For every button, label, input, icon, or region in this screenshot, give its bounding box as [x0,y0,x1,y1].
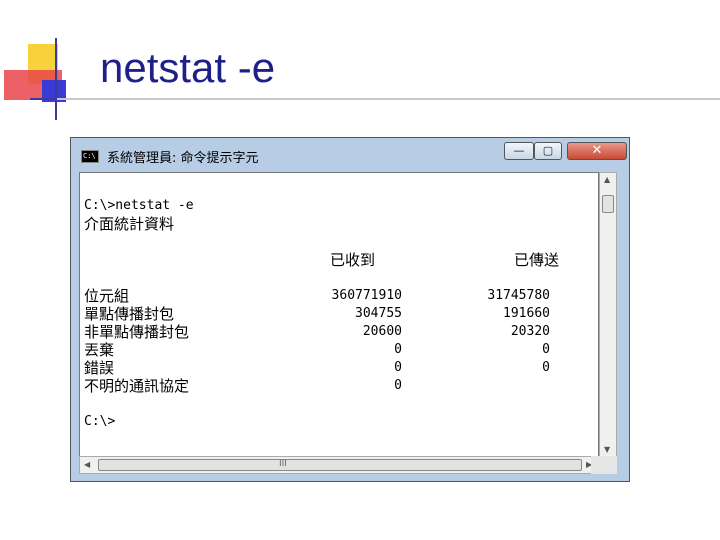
scroll-left-icon[interactable]: ◀ [84,460,90,469]
row-label: 單點傳播封包 [84,305,175,323]
slide-decoration-vline [55,38,57,120]
row-received: 20600 [362,324,402,339]
command-line: C:\>netstat -e [84,198,194,213]
row-label: 非單點傳播封包 [84,323,190,341]
row-sent: 191660 [503,306,550,321]
console-output[interactable]: C:\>netstat -e 介面統計資料 已收到 已傳送 位元組 360771… [79,172,599,458]
row-label: 錯誤 [84,359,115,377]
row-received: 0 [394,378,402,393]
row-sent: 20320 [510,324,550,339]
horizontal-scroll-thumb[interactable]: III [98,459,582,471]
row-received: 0 [394,342,402,357]
row-sent: 0 [542,360,550,375]
scroll-up-icon[interactable]: ▲ [604,175,610,184]
horizontal-scrollbar[interactable]: ◀ III ▶ [79,456,599,474]
scroll-grip-icon: III [279,459,287,469]
cmd-icon: C:\ [81,150,99,163]
row-received: 304755 [355,306,402,321]
minimize-button[interactable]: — [504,142,534,160]
maximize-button[interactable]: ▢ [534,142,562,160]
scroll-down-icon[interactable]: ▼ [604,445,610,454]
size-grip[interactable] [591,456,617,474]
close-button[interactable]: ✕ [567,142,627,160]
row-received: 360771910 [331,288,402,303]
row-label: 不明的通訊協定 [84,377,190,395]
row-label: 丟棄 [84,341,115,359]
row-label: 位元組 [84,287,130,305]
window-title: 系統管理員: 命令提示字元 [107,151,259,166]
column-header-received: 已收到 [330,251,376,269]
vertical-scroll-thumb[interactable] [602,195,614,213]
slide-title: netstat -e [100,44,276,91]
vertical-scrollbar[interactable]: ▲ ▼ [599,172,617,458]
row-sent: 31745780 [487,288,550,303]
cmd-window: C:\ 系統管理員: 命令提示字元 — ▢ ✕ C:\>netstat -e 介… [70,137,630,482]
window-titlebar[interactable]: C:\ 系統管理員: 命令提示字元 — ▢ ✕ [71,138,629,172]
row-received: 0 [394,360,402,375]
column-header-sent: 已傳送 [514,251,560,269]
stats-header: 介面統計資料 [84,215,175,233]
prompt-line: C:\> [84,414,116,429]
row-sent: 0 [542,342,550,357]
title-rule [57,98,720,100]
